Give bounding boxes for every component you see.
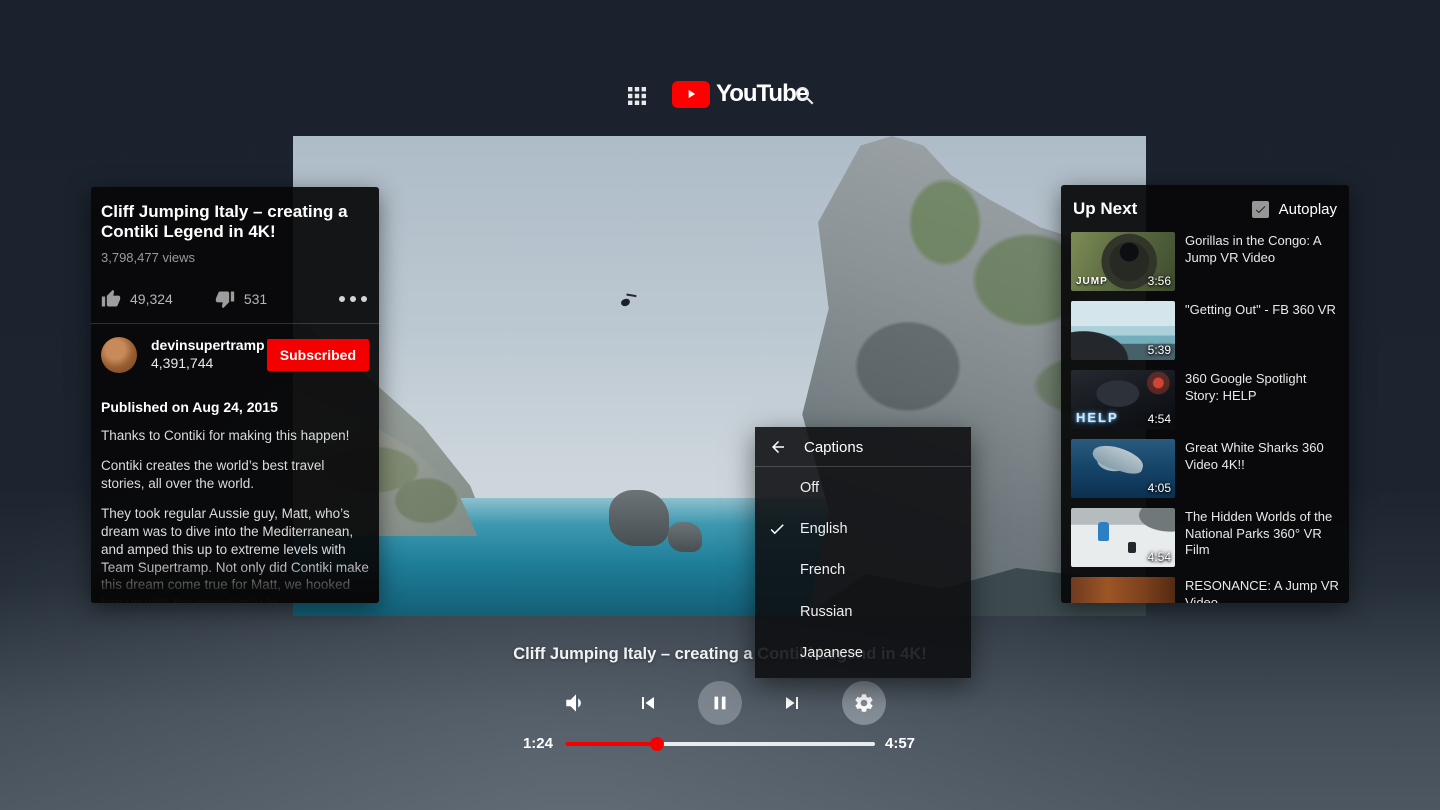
up-next-item[interactable]: HELP 4:54 360 Google Spotlight Story: HE… (1071, 370, 1339, 429)
channel-row[interactable]: devinsupertramp 4,391,744 Subscribed (101, 336, 369, 373)
caption-option[interactable]: English (755, 508, 971, 549)
video-duration: 3:56 (1147, 274, 1171, 288)
volume-button[interactable] (563, 690, 589, 716)
channel-name: devinsupertramp (151, 337, 265, 354)
video-thumbnail: 4:54 (1071, 508, 1175, 567)
up-next-item[interactable]: RESONANCE: A Jump VR Video (1071, 577, 1339, 603)
channel-avatar (101, 336, 137, 373)
settings-gear-icon (855, 694, 873, 712)
up-next-item[interactable]: JUMP 3:56 Gorillas in the Congo: A Jump … (1071, 232, 1339, 291)
captions-menu: Captions Off English French Russian Japa… (755, 427, 971, 678)
sea-rock (608, 490, 669, 546)
video-title: Cliff Jumping Italy – creating a Contiki… (101, 202, 348, 242)
up-next-item-title: "Getting Out" - FB 360 VR (1185, 302, 1336, 317)
top-bar: YouTube (0, 78, 1440, 118)
total-duration: 4:57 (885, 735, 916, 752)
video-duration: 4:54 (1147, 550, 1171, 564)
seek-bar[interactable] (565, 737, 875, 751)
next-button[interactable] (780, 691, 804, 715)
captions-menu-title: Captions (804, 438, 864, 456)
up-next-title: Up Next (1073, 199, 1138, 218)
autoplay-toggle[interactable]: Autoplay (1251, 200, 1337, 218)
pause-icon (714, 696, 726, 710)
up-next-item[interactable]: 4:05 Great White Sharks 360 Video 4K!! (1071, 439, 1339, 498)
elapsed-time: 1:24 (522, 735, 553, 752)
youtube-tv-screen: YouTube Cliff Jumping Italy – creating a… (0, 0, 1440, 810)
dislike-button[interactable]: 531 (215, 289, 267, 309)
now-playing-title: Cliff Jumping Italy – creating a Contiki… (513, 645, 927, 663)
up-next-panel: Up Next Autoplay JUMP 3:56 Gorillas in t… (1061, 185, 1349, 603)
video-actions-row: 49,324 531 (101, 289, 369, 309)
sea-rock (668, 522, 703, 552)
caption-option[interactable]: Japanese (755, 633, 971, 674)
subscribed-button[interactable]: Subscribed (266, 338, 369, 371)
up-next-item-title: RESONANCE: A Jump VR Video (1185, 578, 1339, 603)
caption-option-label: English (800, 521, 848, 538)
publish-date: Published on Aug 24, 2015 (101, 398, 278, 415)
up-next-item-title: The Hidden Worlds of the National Parks … (1185, 509, 1333, 558)
skip-next-icon (786, 697, 798, 709)
divider (91, 322, 379, 324)
autoplay-checkbox[interactable] (1251, 200, 1269, 218)
volume-icon (566, 694, 581, 712)
caption-option-label: Russian (800, 603, 853, 620)
cliff-jumper-figure (619, 298, 631, 308)
video-player[interactable] (293, 136, 1146, 616)
youtube-logo[interactable]: YouTube (672, 80, 809, 108)
up-next-item[interactable]: 5:39 "Getting Out" - FB 360 VR (1071, 301, 1339, 360)
caption-option[interactable]: French (755, 550, 971, 591)
seek-bar-fill (565, 742, 658, 746)
pause-button[interactable] (698, 681, 742, 725)
caption-option[interactable]: Off (755, 467, 971, 508)
caption-option-label: Japanese (800, 645, 863, 662)
youtube-play-icon (672, 80, 710, 108)
video-thumbnail (1071, 577, 1175, 603)
check-icon (770, 524, 784, 535)
up-next-item-title: Great White Sharks 360 Video 4K!! (1185, 440, 1324, 472)
video-thumbnail: 5:39 (1071, 301, 1175, 360)
settings-button[interactable] (842, 681, 886, 725)
thumbnail-badge: JUMP (1076, 276, 1108, 287)
autoplay-label: Autoplay (1278, 200, 1337, 218)
up-next-item-title: Gorillas in the Congo: A Jump VR Video (1185, 233, 1321, 265)
previous-button[interactable] (636, 691, 660, 715)
video-thumbnail: HELP 4:54 (1071, 370, 1175, 429)
video-duration: 5:39 (1147, 343, 1171, 357)
video-duration: 4:05 (1147, 481, 1171, 495)
like-count: 49,324 (130, 290, 173, 307)
like-button[interactable]: 49,324 (101, 289, 173, 309)
thumbs-up-icon (101, 289, 121, 307)
description-fade (91, 561, 379, 603)
up-next-item[interactable]: 4:54 The Hidden Worlds of the National P… (1071, 508, 1339, 567)
captions-back-button[interactable]: Captions (755, 427, 971, 467)
video-duration: 4:54 (1147, 412, 1171, 426)
video-thumbnail: JUMP 3:56 (1071, 232, 1175, 291)
check-icon (1255, 205, 1265, 213)
caption-option-label: Off (800, 479, 820, 496)
captions-options-list: Off English French Russian Japanese (755, 467, 971, 674)
view-count: 3,798,477 views (101, 249, 195, 265)
thumbs-down-icon (215, 291, 234, 308)
skip-previous-icon (642, 697, 654, 709)
seek-bar-knob[interactable] (650, 737, 665, 751)
progress-row: 1:24 4:57 (0, 731, 1440, 757)
video-thumbnail: 4:05 (1071, 439, 1175, 498)
dislike-count: 531 (243, 290, 268, 307)
up-next-list: JUMP 3:56 Gorillas in the Congo: A Jump … (1071, 232, 1339, 603)
subscriber-count: 4,391,744 (151, 354, 214, 371)
video-info-panel: Cliff Jumping Italy – creating a Contiki… (91, 187, 379, 603)
caption-option-label: French (800, 562, 846, 579)
back-arrow-icon (772, 441, 784, 453)
search-icon[interactable] (793, 84, 817, 108)
thumbnail-badge: HELP (1076, 410, 1119, 425)
apps-grid-icon[interactable] (627, 86, 647, 106)
caption-option[interactable]: Russian (755, 591, 971, 632)
up-next-item-title: 360 Google Spotlight Story: HELP (1185, 371, 1307, 403)
more-options-icon[interactable] (337, 290, 369, 308)
